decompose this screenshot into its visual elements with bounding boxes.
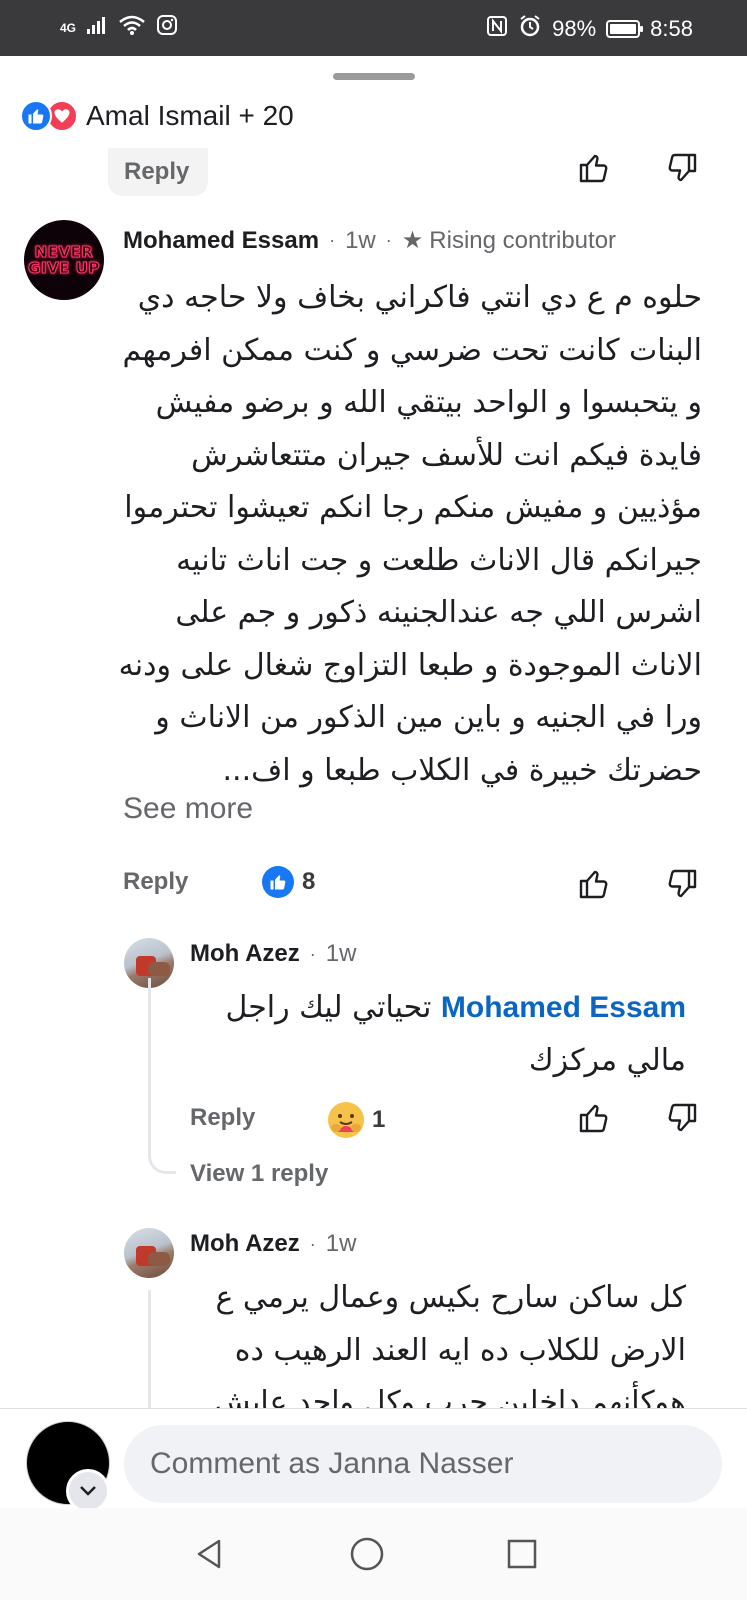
chevron-down-icon[interactable]: [66, 1469, 110, 1513]
mention-link[interactable]: Mohamed Essam: [441, 991, 686, 1024]
clock: 8:58: [650, 16, 693, 41]
reply-header: Moh Azez · 1w: [190, 1230, 356, 1258]
system-navigation-bar: [0, 1508, 747, 1600]
reply-author[interactable]: Moh Azez: [190, 1230, 300, 1258]
comment-body: حلوه م ع دي انتي فاكراني بخاف ولا حاجه د…: [118, 280, 702, 788]
thumbs-down-icon[interactable]: [664, 150, 700, 186]
nfc-icon: [486, 15, 508, 43]
reply-body: كل ساكن سارح بكيس وعمال يرمي ع الارض للك…: [213, 1280, 686, 1408]
instagram-notification-icon: [156, 14, 178, 41]
reply-header: Moh Azez · 1w: [190, 940, 356, 968]
rising-contributor-badge[interactable]: Rising contributor: [429, 227, 616, 255]
star-icon: ★: [401, 227, 424, 254]
signal-icon: [86, 15, 108, 40]
reply-body: Mohamed Essam تحياتي ليك راجل مالي مركزك: [186, 982, 686, 1087]
network-type: 4G: [60, 20, 77, 35]
reply-time[interactable]: 1w: [326, 940, 357, 968]
reaction-count[interactable]: 8: [262, 866, 315, 898]
thread-line: [148, 978, 151, 1153]
thread-line: [148, 1290, 151, 1408]
reactions-summary[interactable]: Amal Ismail + 20: [20, 100, 294, 132]
like-icon: [20, 100, 52, 132]
avatar-text-line-1: NEVER: [34, 243, 94, 261]
reply-button[interactable]: Reply: [108, 148, 208, 196]
thumbs-down-icon[interactable]: [664, 1100, 700, 1136]
care-icon: [328, 1102, 364, 1138]
comment-input[interactable]: [124, 1425, 722, 1503]
reaction-count-value: 1: [372, 1106, 386, 1133]
status-bar: 4G 98% 8:58: [0, 0, 747, 56]
comment-time[interactable]: 1w: [345, 227, 376, 255]
separator-dot: ·: [329, 230, 336, 250]
reaction-count-value: 8: [302, 868, 316, 895]
separator-dot: ·: [385, 230, 392, 250]
reactors-text: Amal Ismail + 20: [86, 100, 294, 131]
recents-icon[interactable]: [500, 1532, 544, 1576]
sheet-drag-handle[interactable]: [333, 73, 415, 80]
avatar[interactable]: NEVER GIVE UP: [24, 220, 104, 300]
thumbs-up-icon[interactable]: [576, 150, 612, 186]
comment-author[interactable]: Mohamed Essam: [123, 227, 319, 255]
home-icon[interactable]: [345, 1532, 389, 1576]
comment-composer: [0, 1408, 747, 1513]
reply-button[interactable]: Reply: [123, 868, 188, 896]
like-icon: [262, 866, 294, 898]
reply-author[interactable]: Moh Azez: [190, 940, 300, 968]
battery-icon: [606, 20, 644, 38]
thumbs-up-icon[interactable]: [576, 866, 612, 902]
avatar-text-line-2: GIVE UP: [28, 259, 100, 277]
thumbs-up-icon[interactable]: [576, 1100, 612, 1136]
comment-header: Mohamed Essam · 1w · ★ Rising contributo…: [123, 226, 616, 255]
thread-connector: [148, 1150, 176, 1174]
see-more-link[interactable]: See more: [123, 792, 253, 826]
reply-body-clip: كل ساكن سارح بكيس وعمال يرمي ع الارض للك…: [186, 1272, 686, 1408]
separator-dot: ·: [309, 943, 316, 964]
reaction-count[interactable]: 1: [328, 1102, 385, 1138]
wifi-icon: [118, 14, 146, 41]
back-icon[interactable]: [188, 1532, 232, 1576]
reply-time[interactable]: 1w: [326, 1230, 357, 1258]
separator-dot: ·: [309, 1233, 316, 1254]
avatar[interactable]: [124, 1228, 174, 1278]
thumbs-down-icon[interactable]: [664, 866, 700, 902]
view-replies-link[interactable]: View 1 reply: [190, 1160, 328, 1188]
battery-level: 98%: [552, 16, 597, 41]
alarm-icon: [518, 14, 542, 44]
reply-button[interactable]: Reply: [190, 1104, 255, 1132]
